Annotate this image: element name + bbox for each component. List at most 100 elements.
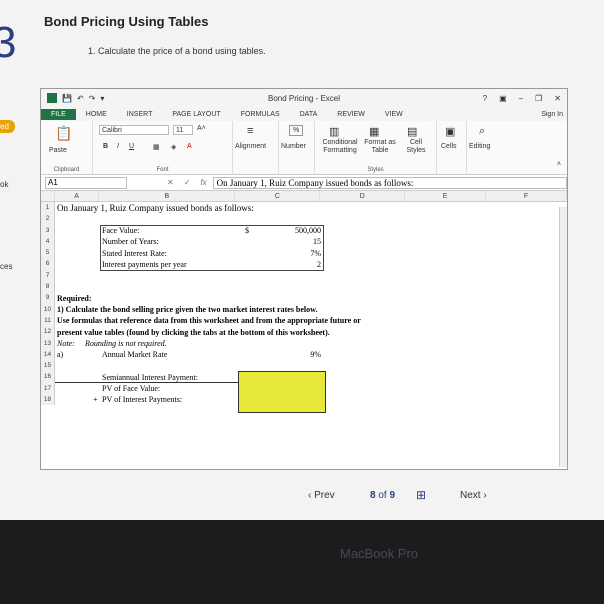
left-nav-tab[interactable]: ok: [0, 180, 8, 189]
row-header[interactable]: 15: [41, 360, 55, 372]
column-header[interactable]: C: [235, 191, 321, 201]
cell-styles-icon[interactable]: ▤: [407, 125, 417, 138]
select-all-corner[interactable]: [41, 191, 55, 201]
formula-input[interactable]: On January 1, Ruiz Company issued bonds …: [212, 176, 567, 189]
alignment-icon[interactable]: ≡: [247, 125, 253, 137]
format-table-icon[interactable]: ▦: [369, 125, 379, 138]
column-header[interactable]: E: [405, 191, 487, 201]
collapse-ribbon-icon[interactable]: ˄: [557, 161, 561, 168]
font-size-select[interactable]: 11: [173, 125, 193, 135]
cell-b3[interactable]: Face Value:: [102, 225, 139, 236]
name-box[interactable]: A1: [45, 176, 127, 189]
cell-b14[interactable]: Annual Market Rate: [102, 349, 167, 360]
grid-row: 8: [41, 281, 567, 293]
vertical-scrollbar[interactable]: [559, 207, 567, 467]
percent-icon[interactable]: %: [289, 125, 304, 136]
cell-c6[interactable]: 2: [281, 259, 321, 270]
grid-menu-icon[interactable]: ⊞: [416, 488, 426, 502]
laptop-bezel: MacBook Pro: [0, 520, 604, 604]
format-as-table-button[interactable]: Format as Table: [363, 139, 397, 155]
row-header[interactable]: 6: [41, 258, 55, 270]
cell-a11[interactable]: Use formulas that reference data from th…: [57, 315, 361, 326]
cell-a13-label[interactable]: Note:: [57, 338, 75, 349]
cell-b5[interactable]: Stated Interest Rate:: [102, 248, 167, 259]
cell-c3[interactable]: 500,000: [281, 225, 321, 236]
cells-icon[interactable]: ▣: [445, 125, 455, 138]
fill-color-icon[interactable]: ◈: [171, 143, 176, 151]
cell-a14[interactable]: a): [57, 349, 63, 360]
binoculars-icon[interactable]: ⌕: [479, 125, 485, 138]
row-header[interactable]: 14: [41, 348, 55, 361]
paste-icon[interactable]: 📋: [55, 125, 72, 142]
cell-c4[interactable]: 15: [281, 236, 321, 247]
row-header[interactable]: 10: [41, 303, 55, 315]
cell-b6[interactable]: Interest payments per year: [102, 259, 187, 270]
insert-function-icon[interactable]: fx: [200, 178, 206, 187]
tab-formulas[interactable]: FORMULAS: [231, 111, 290, 118]
tab-review[interactable]: REVIEW: [327, 111, 375, 118]
tab-page-layout[interactable]: PAGE LAYOUT: [162, 111, 230, 118]
paste-button[interactable]: Paste: [49, 147, 67, 154]
font-name-select[interactable]: Calibri: [99, 125, 169, 135]
column-header[interactable]: F: [486, 191, 567, 201]
next-button[interactable]: Next ›: [460, 490, 487, 501]
conditional-formatting-button[interactable]: Conditional Formatting: [317, 139, 363, 155]
cell-b16[interactable]: Semiannual Interest Payment:: [102, 372, 198, 383]
cell-a1[interactable]: On January 1, Ruiz Company issued bonds …: [57, 203, 254, 214]
bold-button[interactable]: B: [103, 143, 108, 150]
row-header[interactable]: 13: [41, 337, 55, 349]
answer-input-area[interactable]: [238, 371, 326, 413]
grid-row: 7: [41, 269, 567, 282]
grid-row: 2: [41, 213, 567, 225]
tab-home[interactable]: HOME: [76, 111, 117, 118]
cell-a10[interactable]: 1) Calculate the bond selling price give…: [57, 304, 317, 315]
column-header[interactable]: A: [55, 191, 100, 201]
row-header[interactable]: 4: [41, 235, 55, 248]
row-header[interactable]: 7: [41, 269, 55, 282]
number-button[interactable]: Number: [281, 143, 306, 150]
cancel-icon[interactable]: ✕: [167, 178, 174, 187]
left-nav-tab-active[interactable]: ed: [0, 120, 15, 133]
row-header[interactable]: 8: [41, 281, 55, 293]
cell-c3-currency[interactable]: $: [245, 225, 249, 236]
tab-view[interactable]: VIEW: [375, 111, 413, 118]
row-header[interactable]: 18: [41, 394, 55, 406]
borders-icon[interactable]: ▦: [153, 143, 160, 151]
row-header[interactable]: 12: [41, 326, 55, 338]
row-header[interactable]: 5: [41, 247, 55, 259]
left-nav-tab[interactable]: ces: [0, 262, 12, 271]
column-header[interactable]: B: [99, 191, 236, 201]
sign-in-link[interactable]: Sign In: [531, 111, 567, 118]
underline-button[interactable]: U: [129, 143, 134, 150]
alignment-button[interactable]: Alignment: [235, 143, 266, 150]
cell-b18[interactable]: PV of Interest Payments:: [102, 394, 182, 405]
row-header[interactable]: 1: [41, 202, 55, 214]
row-header[interactable]: 2: [41, 213, 55, 225]
editing-button[interactable]: Editing: [469, 143, 490, 150]
cell-b4[interactable]: Number of Years:: [102, 236, 159, 247]
conditional-formatting-icon[interactable]: ▥: [329, 125, 339, 138]
cells-button[interactable]: Cells: [441, 143, 457, 150]
tab-file[interactable]: FILE: [41, 108, 76, 120]
prev-button[interactable]: ‹ Prev: [308, 490, 335, 501]
cell-a13[interactable]: Rounding is not required.: [85, 338, 167, 349]
cell-c14[interactable]: 9%: [281, 349, 321, 360]
grow-font-icon[interactable]: A˄: [197, 125, 206, 132]
font-color-icon[interactable]: A: [187, 143, 192, 150]
cell-c5[interactable]: 7%: [281, 248, 321, 259]
cell-b17[interactable]: PV of Face Value:: [102, 383, 160, 394]
row-header[interactable]: 17: [41, 382, 55, 395]
row-header[interactable]: 11: [41, 314, 55, 327]
column-header[interactable]: D: [320, 191, 406, 201]
tab-data[interactable]: DATA: [290, 111, 328, 118]
row-header[interactable]: 9: [41, 292, 55, 304]
cell-a9[interactable]: Required:: [57, 293, 92, 304]
worksheet-grid[interactable]: A B C D E F 1 2 3 4 5 6 7 8 9 10 11 12 13 14 15 16 17 18 …: [41, 191, 567, 413]
row-header[interactable]: 3: [41, 224, 55, 236]
tab-insert[interactable]: INSERT: [117, 111, 163, 118]
cell-a12[interactable]: present value tables (found by clicking …: [57, 327, 330, 338]
enter-icon[interactable]: ✓: [184, 178, 191, 187]
italic-button[interactable]: I: [117, 143, 119, 150]
cell-styles-button[interactable]: Cell Styles: [401, 139, 431, 155]
row-header[interactable]: 16: [41, 371, 55, 383]
